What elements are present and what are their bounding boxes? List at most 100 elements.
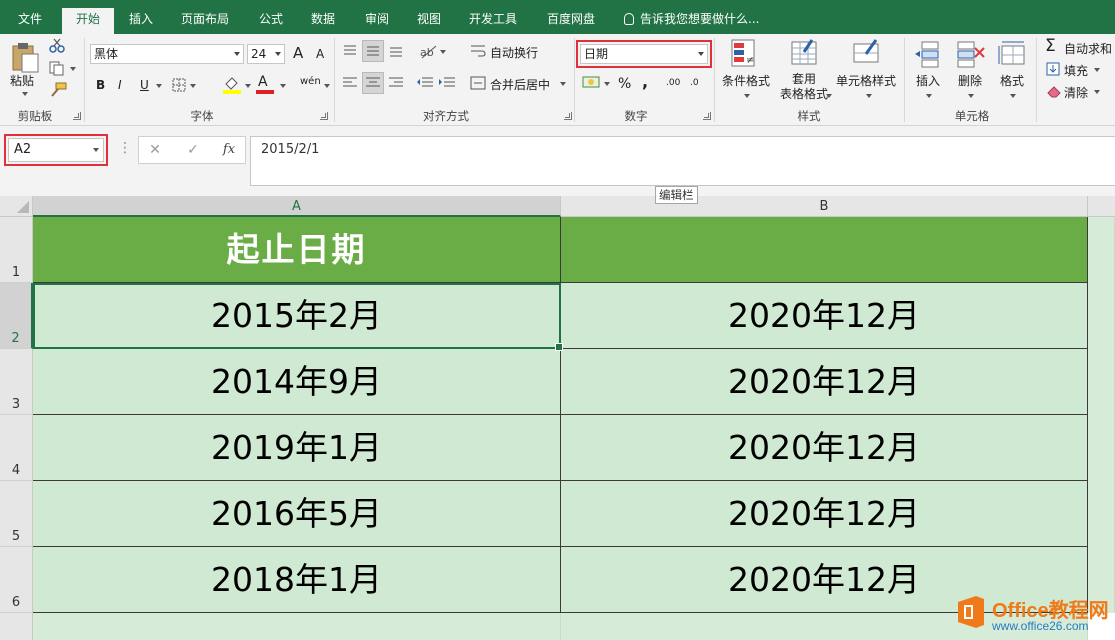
merge-center-icon[interactable] xyxy=(470,76,486,90)
cell-styles-button[interactable]: 单元格样式 xyxy=(836,72,896,89)
tab-developer[interactable]: 开发工具 xyxy=(460,8,526,34)
format-dropdown-icon[interactable] xyxy=(1010,94,1016,98)
format-cells-button[interactable]: 格式 xyxy=(1000,72,1024,89)
fill-color-dropdown-icon[interactable] xyxy=(245,84,251,88)
tab-insert[interactable]: 插入 xyxy=(120,8,162,34)
conditional-dropdown-icon[interactable] xyxy=(744,94,750,98)
percent-button[interactable]: % xyxy=(618,76,631,92)
cut-icon[interactable] xyxy=(48,38,66,54)
autosum-button[interactable]: 自动求和 xyxy=(1064,40,1112,57)
delete-cells-icon[interactable] xyxy=(956,40,986,68)
insert-dropdown-icon[interactable] xyxy=(926,94,932,98)
fill-color-icon[interactable] xyxy=(222,74,242,94)
row-header-7[interactable] xyxy=(0,613,33,640)
phonetic-guide-button[interactable]: wén xyxy=(300,76,321,87)
number-launcher-icon[interactable] xyxy=(703,112,711,120)
decrease-indent-icon[interactable] xyxy=(416,76,434,90)
phonetic-dropdown-icon[interactable] xyxy=(324,84,330,88)
tab-data[interactable]: 数据 xyxy=(302,8,344,34)
insert-cells-icon[interactable] xyxy=(914,40,942,68)
row-header-1[interactable]: 1 xyxy=(0,217,33,283)
insert-function-icon[interactable]: fx xyxy=(216,138,242,162)
align-bottom-icon[interactable] xyxy=(388,44,404,58)
italic-button[interactable]: I xyxy=(118,78,122,92)
cell-b2[interactable]: 2020年12月 xyxy=(561,283,1088,349)
borders-icon[interactable] xyxy=(172,78,186,92)
cell-b5[interactable]: 2020年12月 xyxy=(561,481,1088,547)
wrap-text-button[interactable]: 自动换行 xyxy=(490,44,538,61)
format-as-table-button[interactable]: 套用 表格格式 xyxy=(774,72,834,102)
cell-a1[interactable]: 起止日期 xyxy=(33,217,561,283)
eraser-icon[interactable] xyxy=(1046,84,1062,98)
fill-down-icon[interactable] xyxy=(1046,62,1060,76)
copy-dropdown-icon[interactable] xyxy=(70,67,76,71)
font-color-button[interactable]: A xyxy=(258,74,268,90)
select-all-button[interactable] xyxy=(0,196,33,217)
autosum-icon[interactable]: Σ xyxy=(1045,36,1056,56)
paste-dropdown-icon[interactable] xyxy=(22,92,28,96)
column-header-b[interactable]: B xyxy=(561,196,1088,217)
tab-review[interactable]: 审阅 xyxy=(356,8,398,34)
shrink-font-button[interactable]: A xyxy=(316,47,324,61)
enter-icon[interactable]: ✓ xyxy=(180,138,206,162)
row-header-6[interactable]: 6 xyxy=(0,547,33,613)
row-header-3[interactable]: 3 xyxy=(0,349,33,415)
merge-dropdown-icon[interactable] xyxy=(560,82,566,86)
table-format-dropdown-icon[interactable] xyxy=(826,94,832,98)
borders-dropdown-icon[interactable] xyxy=(190,84,196,88)
format-as-table-icon[interactable] xyxy=(790,38,820,68)
cell-a3[interactable]: 2014年9月 xyxy=(33,349,561,415)
format-cells-icon[interactable] xyxy=(998,40,1028,68)
fill-button[interactable]: 填充 xyxy=(1064,62,1088,79)
insert-cells-button[interactable]: 插入 xyxy=(916,72,940,89)
underline-button[interactable]: U xyxy=(140,78,149,92)
align-left-icon[interactable] xyxy=(342,76,358,90)
font-size-select[interactable]: 24 xyxy=(247,44,285,64)
tab-formulas[interactable]: 公式 xyxy=(250,8,292,34)
delete-cells-button[interactable]: 删除 xyxy=(958,72,982,89)
alignment-launcher-icon[interactable] xyxy=(564,112,572,120)
column-header-c[interactable] xyxy=(1088,196,1115,217)
wrap-text-icon[interactable] xyxy=(470,44,486,58)
tab-view[interactable]: 视图 xyxy=(408,8,450,34)
row-header-5[interactable]: 5 xyxy=(0,481,33,547)
cell-styles-dropdown-icon[interactable] xyxy=(866,94,872,98)
format-painter-icon[interactable] xyxy=(48,82,68,98)
orientation-icon[interactable]: ab xyxy=(418,42,440,60)
cell-b3[interactable]: 2020年12月 xyxy=(561,349,1088,415)
font-color-dropdown-icon[interactable] xyxy=(280,84,286,88)
row-header-4[interactable]: 4 xyxy=(0,415,33,481)
cell-column-c[interactable] xyxy=(1088,217,1115,613)
clipboard-launcher-icon[interactable] xyxy=(73,112,81,120)
orientation-dropdown-icon[interactable] xyxy=(440,50,446,54)
row-header-2[interactable]: 2 xyxy=(0,283,33,349)
font-launcher-icon[interactable] xyxy=(320,112,328,120)
fill-dropdown-icon[interactable] xyxy=(1094,68,1100,72)
cell-a7[interactable] xyxy=(33,613,561,640)
clear-button[interactable]: 清除 xyxy=(1064,84,1088,101)
accounting-dropdown-icon[interactable] xyxy=(604,82,610,86)
align-right-icon[interactable] xyxy=(388,76,404,90)
conditional-formatting-icon[interactable]: ≠ xyxy=(730,38,760,68)
grow-font-button[interactable]: A xyxy=(293,44,303,62)
paste-button[interactable]: 粘贴 xyxy=(10,72,34,89)
clear-dropdown-icon[interactable] xyxy=(1094,90,1100,94)
underline-dropdown-icon[interactable] xyxy=(156,84,162,88)
tab-page-layout[interactable]: 页面布局 xyxy=(172,8,238,34)
cancel-icon[interactable]: ✕ xyxy=(142,138,168,162)
cell-a4[interactable]: 2019年1月 xyxy=(33,415,561,481)
font-name-select[interactable]: 黑体 xyxy=(90,44,244,64)
delete-dropdown-icon[interactable] xyxy=(968,94,974,98)
cell-styles-icon[interactable] xyxy=(852,38,882,68)
tell-me-search[interactable]: 告诉我您想要做什么... xyxy=(624,8,759,30)
tab-home[interactable]: 开始 xyxy=(62,8,114,34)
cell-a6[interactable]: 2018年1月 xyxy=(33,547,561,613)
conditional-formatting-button[interactable]: 条件格式 xyxy=(722,72,770,89)
increase-decimal-button[interactable]: .00 xyxy=(666,78,680,88)
cell-a2[interactable]: 2015年2月 xyxy=(33,283,561,349)
tab-file[interactable]: 文件 xyxy=(8,8,52,34)
bold-button[interactable]: B xyxy=(96,78,105,92)
cell-b1[interactable] xyxy=(561,217,1088,283)
comma-style-button[interactable]: , xyxy=(642,72,648,91)
cell-b4[interactable]: 2020年12月 xyxy=(561,415,1088,481)
